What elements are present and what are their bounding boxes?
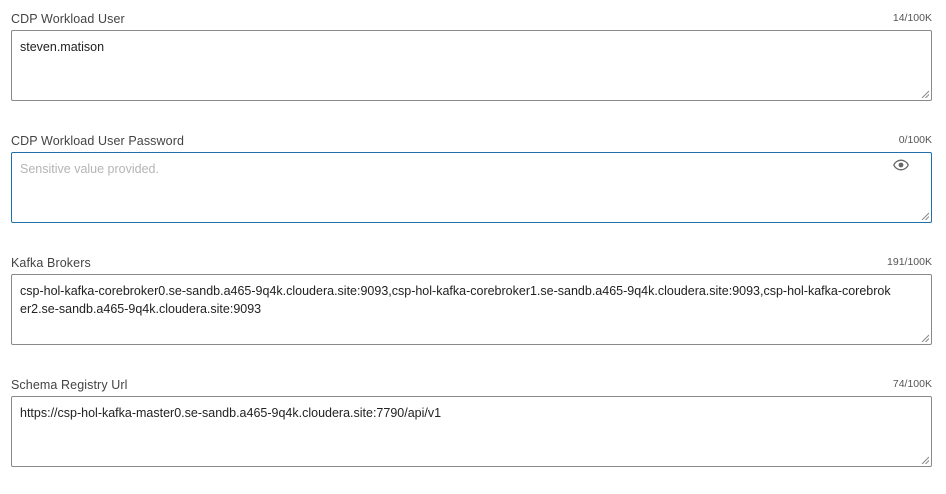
- field-cdp-workload-user: CDP Workload User 14/100K steven.matison: [11, 8, 932, 101]
- field-label: CDP Workload User: [11, 12, 125, 26]
- field-label: Kafka Brokers: [11, 256, 91, 270]
- field-placeholder: Sensitive value provided.: [20, 162, 159, 176]
- resize-handle-icon[interactable]: [921, 334, 929, 342]
- field-value[interactable]: csp-hol-kafka-corebroker0.se-sandb.a465-…: [20, 282, 891, 318]
- field-label: CDP Workload User Password: [11, 134, 185, 148]
- field-header: Schema Registry Url 74/100K: [11, 374, 932, 396]
- field-schema-registry-url: Schema Registry Url 74/100K https://csp-…: [11, 374, 932, 467]
- cdp-workload-user-password-input[interactable]: Sensitive value provided.: [11, 152, 932, 223]
- parameter-form: CDP Workload User 14/100K steven.matison…: [0, 0, 946, 494]
- character-count: 74/100K: [892, 378, 932, 390]
- resize-handle-icon[interactable]: [921, 456, 929, 464]
- field-header: CDP Workload User Password 0/100K: [11, 130, 932, 152]
- resize-handle-icon[interactable]: [921, 212, 929, 220]
- field-header: Kafka Brokers 191/100K: [11, 252, 932, 274]
- field-label: Schema Registry Url: [11, 378, 128, 392]
- field-value[interactable]: steven.matison: [20, 38, 891, 56]
- field-value[interactable]: https://csp-hol-kafka-master0.se-sandb.a…: [20, 404, 891, 422]
- field-kafka-brokers: Kafka Brokers 191/100K csp-hol-kafka-cor…: [11, 252, 932, 345]
- field-cdp-workload-user-password: CDP Workload User Password 0/100K Sensit…: [11, 130, 932, 223]
- character-count: 14/100K: [892, 12, 932, 24]
- resize-handle-icon[interactable]: [921, 90, 929, 98]
- character-count: 191/100K: [887, 256, 932, 268]
- schema-registry-url-input[interactable]: https://csp-hol-kafka-master0.se-sandb.a…: [11, 396, 932, 467]
- field-header: CDP Workload User 14/100K: [11, 8, 932, 30]
- kafka-brokers-input[interactable]: csp-hol-kafka-corebroker0.se-sandb.a465-…: [11, 274, 932, 345]
- character-count: 0/100K: [898, 134, 932, 146]
- eye-icon[interactable]: [893, 159, 909, 171]
- cdp-workload-user-input[interactable]: steven.matison: [11, 30, 932, 101]
